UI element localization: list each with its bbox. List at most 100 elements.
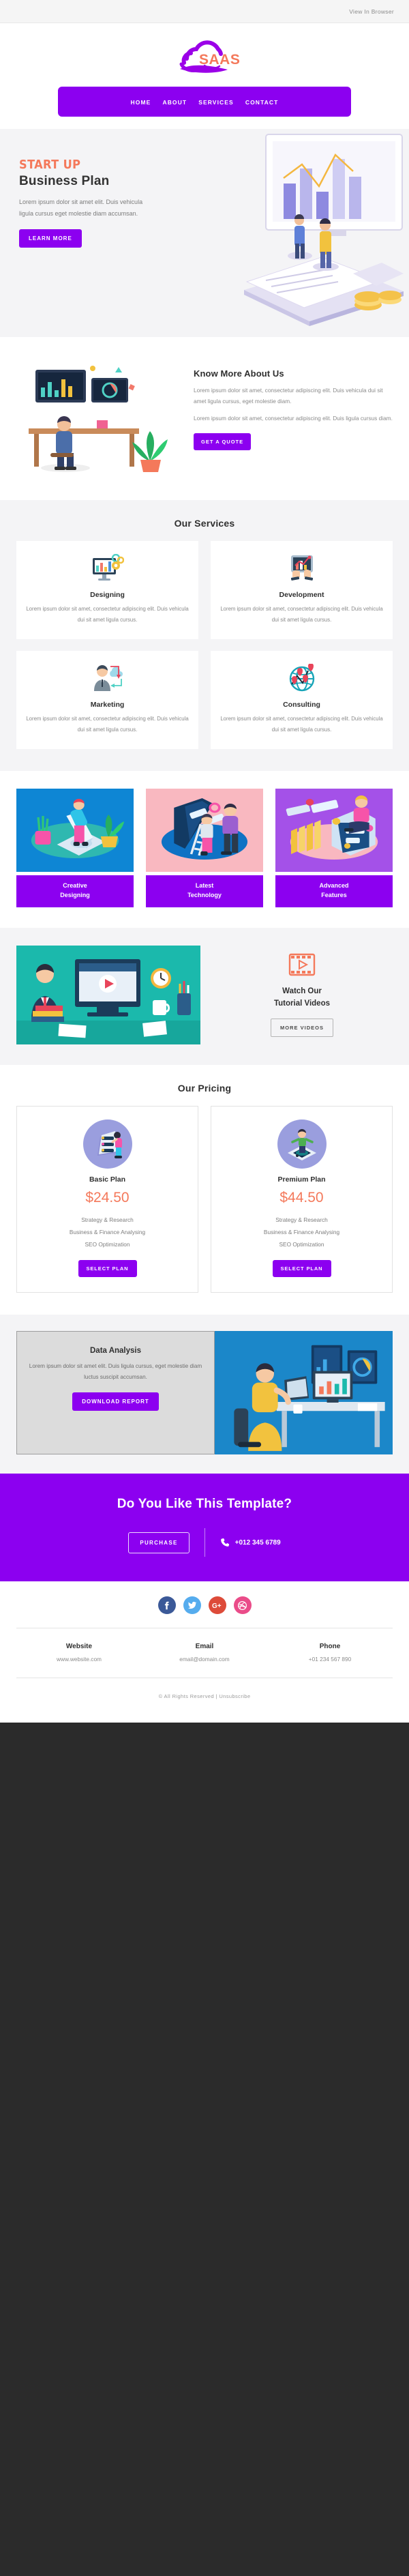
service-name: Development (279, 591, 324, 599)
video-title-line1: Watch Our (282, 986, 322, 995)
footer-contact-email: Email email@domain.com (142, 1643, 267, 1663)
select-plan-button-basic[interactable]: SELECT PLAN (78, 1259, 137, 1277)
feature-card-latest-technology[interactable]: Latest Technology (146, 788, 263, 907)
nav-link-home[interactable]: HOME (131, 99, 151, 106)
monitor-chart-gears-icon (26, 553, 189, 585)
film-play-icon (211, 953, 393, 980)
services-title: Our Services (174, 518, 235, 529)
nav-item-about[interactable]: ABOUT (162, 96, 187, 108)
nav-link-about[interactable]: ABOUT (162, 99, 187, 106)
cta-actions: PURCHASE +012 345 6789 (14, 1528, 395, 1557)
main-nav: HOME ABOUT SERVICES CONTACT (58, 87, 351, 117)
video-title-line2: Tutorial Videos (273, 999, 330, 1008)
learn-more-button[interactable]: LEARN MORE (19, 229, 82, 248)
pricing-grid: Basic Plan $24.50 Strategy & Research Bu… (16, 1105, 393, 1293)
feature-card-creative-designing[interactable]: Creative Designing (16, 788, 134, 907)
nav-link-contact[interactable]: CONTACT (245, 99, 279, 106)
google-plus-icon[interactable]: G+ (208, 1596, 226, 1615)
service-name: Designing (90, 591, 125, 599)
cta-banner: Do You Like This Template? PURCHASE +012… (0, 1474, 409, 1582)
plan-feature: Business & Finance Analysing (69, 1229, 146, 1235)
contact-label: Website (65, 1643, 93, 1651)
feature-label-line2: Features (321, 891, 347, 898)
hero-section: START UP Business Plan Lorem ipsum dolor… (0, 129, 409, 337)
contact-value[interactable]: email@domain.com (142, 1656, 267, 1663)
twitter-icon[interactable] (183, 1596, 201, 1615)
footer-contacts: Website www.website.com Email email@doma… (16, 1628, 393, 1678)
about-paragraph-2: Lorem ipsum dolor sit amet, consectetur … (194, 415, 393, 422)
services-grid: Designing Lorem ipsum dolor sit amet, co… (16, 541, 393, 749)
hero-copy: START UP Business Plan Lorem ipsum dolor… (0, 129, 204, 248)
service-desc: Lorem ipsum dolor sit amet, consectetur … (220, 715, 383, 733)
contact-value[interactable]: +01 234 567 890 (267, 1656, 393, 1663)
nav-item-services[interactable]: SERVICES (198, 96, 234, 108)
copyright[interactable]: © All Rights Reserved | Unsubscribe (16, 1678, 393, 1705)
feature-card-advanced-features[interactable]: Advanced Features (275, 788, 393, 907)
nav-list: HOME ABOUT SERVICES CONTACT (81, 96, 328, 108)
hero-description: Lorem ipsum dolor sit amet elit. Duis ve… (19, 199, 143, 217)
data-analysis-description: Lorem ipsum dolor sit amet elit. Duis li… (29, 1362, 202, 1380)
service-name: Marketing (90, 700, 125, 709)
service-card-marketing[interactable]: Marketing Lorem ipsum dolor sit amet, co… (16, 650, 198, 749)
dribbble-icon[interactable] (233, 1596, 252, 1615)
globe-location-pins-icon (220, 663, 383, 694)
about-paragraph-1: Lorem ipsum dolor sit amet, consectetur … (194, 387, 383, 405)
data-analysis-illustration (215, 1330, 393, 1455)
pricing-card-basic[interactable]: Basic Plan $24.50 Strategy & Research Bu… (16, 1105, 198, 1293)
feature-label: Creative Designing (16, 875, 134, 907)
feature-label-line2: Designing (60, 891, 90, 898)
hero-eyebrow: START UP (19, 158, 81, 172)
brand-logo[interactable]: SAAS (164, 38, 245, 76)
plan-name: Basic Plan (89, 1175, 126, 1184)
creative-designing-illustration (16, 788, 134, 872)
nav-link-services[interactable]: SERVICES (198, 99, 234, 106)
premium-plan-icon (277, 1119, 327, 1169)
logo-header: SAAS (0, 23, 409, 87)
services-section: Our Services Designing Lorem ipsum dolor… (0, 500, 409, 771)
service-name: Consulting (283, 700, 320, 709)
plan-feature: SEO Optimization (279, 1241, 324, 1248)
view-in-browser-link[interactable]: View In Browser (349, 8, 394, 15)
service-card-development[interactable]: Development Lorem ipsum dolor sit amet, … (211, 541, 393, 639)
contact-value[interactable]: www.website.com (16, 1656, 142, 1663)
businessman-cloud-icon (26, 663, 189, 694)
select-plan-button-premium[interactable]: SELECT PLAN (272, 1259, 331, 1277)
pricing-section: Our Pricing Basic Plan $24.50 Strategy &… (0, 1064, 409, 1315)
nav-section: HOME ABOUT SERVICES CONTACT (0, 87, 409, 129)
features-section: Creative Designing Latest Technology Adv… (0, 770, 409, 928)
plan-feature: SEO Optimization (85, 1241, 130, 1248)
service-card-consulting[interactable]: Consulting Lorem ipsum dolor sit amet, c… (211, 650, 393, 749)
plan-price: $44.50 (279, 1189, 324, 1205)
hero-title: Business Plan (19, 174, 110, 188)
plan-name: Premium Plan (277, 1175, 326, 1184)
service-card-designing[interactable]: Designing Lorem ipsum dolor sit amet, co… (16, 541, 198, 639)
feature-label-line1: Creative (63, 881, 87, 889)
cta-phone[interactable]: +012 345 6789 (220, 1538, 281, 1548)
video-copy: Watch Our Tutorial Videos MORE VIDEOS (211, 953, 393, 1037)
download-report-button[interactable]: DOWNLOAD REPORT (72, 1392, 159, 1411)
facebook-icon[interactable] (157, 1596, 176, 1615)
preheader-bar: View In Browser (0, 0, 409, 23)
latest-technology-illustration (146, 788, 263, 872)
service-desc: Lorem ipsum dolor sit amet, consectetur … (26, 606, 189, 623)
about-illustration (16, 357, 187, 477)
data-analysis-section: Data Analysis Lorem ipsum dolor sit amet… (0, 1314, 409, 1474)
footer-contact-phone: Phone +01 234 567 890 (267, 1643, 393, 1663)
brand-wordmark: SAAS (199, 52, 240, 68)
feature-label-line1: Advanced (319, 881, 349, 889)
email-template: View In Browser SAAS HOME ABOUT SERVICES… (0, 0, 409, 1723)
data-analysis-panel: Data Analysis Lorem ipsum dolor sit amet… (16, 1330, 215, 1455)
social-links: G+ (16, 1596, 393, 1615)
footer: G+ Website www.website.com Email email@d… (0, 1581, 409, 1723)
feature-label: Latest Technology (146, 875, 263, 907)
more-videos-button[interactable]: MORE VIDEOS (271, 1018, 333, 1037)
purchase-button[interactable]: PURCHASE (128, 1532, 190, 1553)
cta-divider (204, 1528, 205, 1557)
advanced-features-illustration (275, 788, 393, 872)
pricing-card-premium[interactable]: Premium Plan $44.50 Strategy & Research … (211, 1105, 393, 1293)
nav-item-home[interactable]: HOME (131, 96, 151, 108)
service-desc: Lorem ipsum dolor sit amet, consectetur … (220, 606, 383, 623)
cta-phone-number: +012 345 6789 (234, 1538, 281, 1547)
get-a-quote-button[interactable]: GET A QUOTE (194, 433, 252, 450)
nav-item-contact[interactable]: CONTACT (245, 96, 279, 108)
